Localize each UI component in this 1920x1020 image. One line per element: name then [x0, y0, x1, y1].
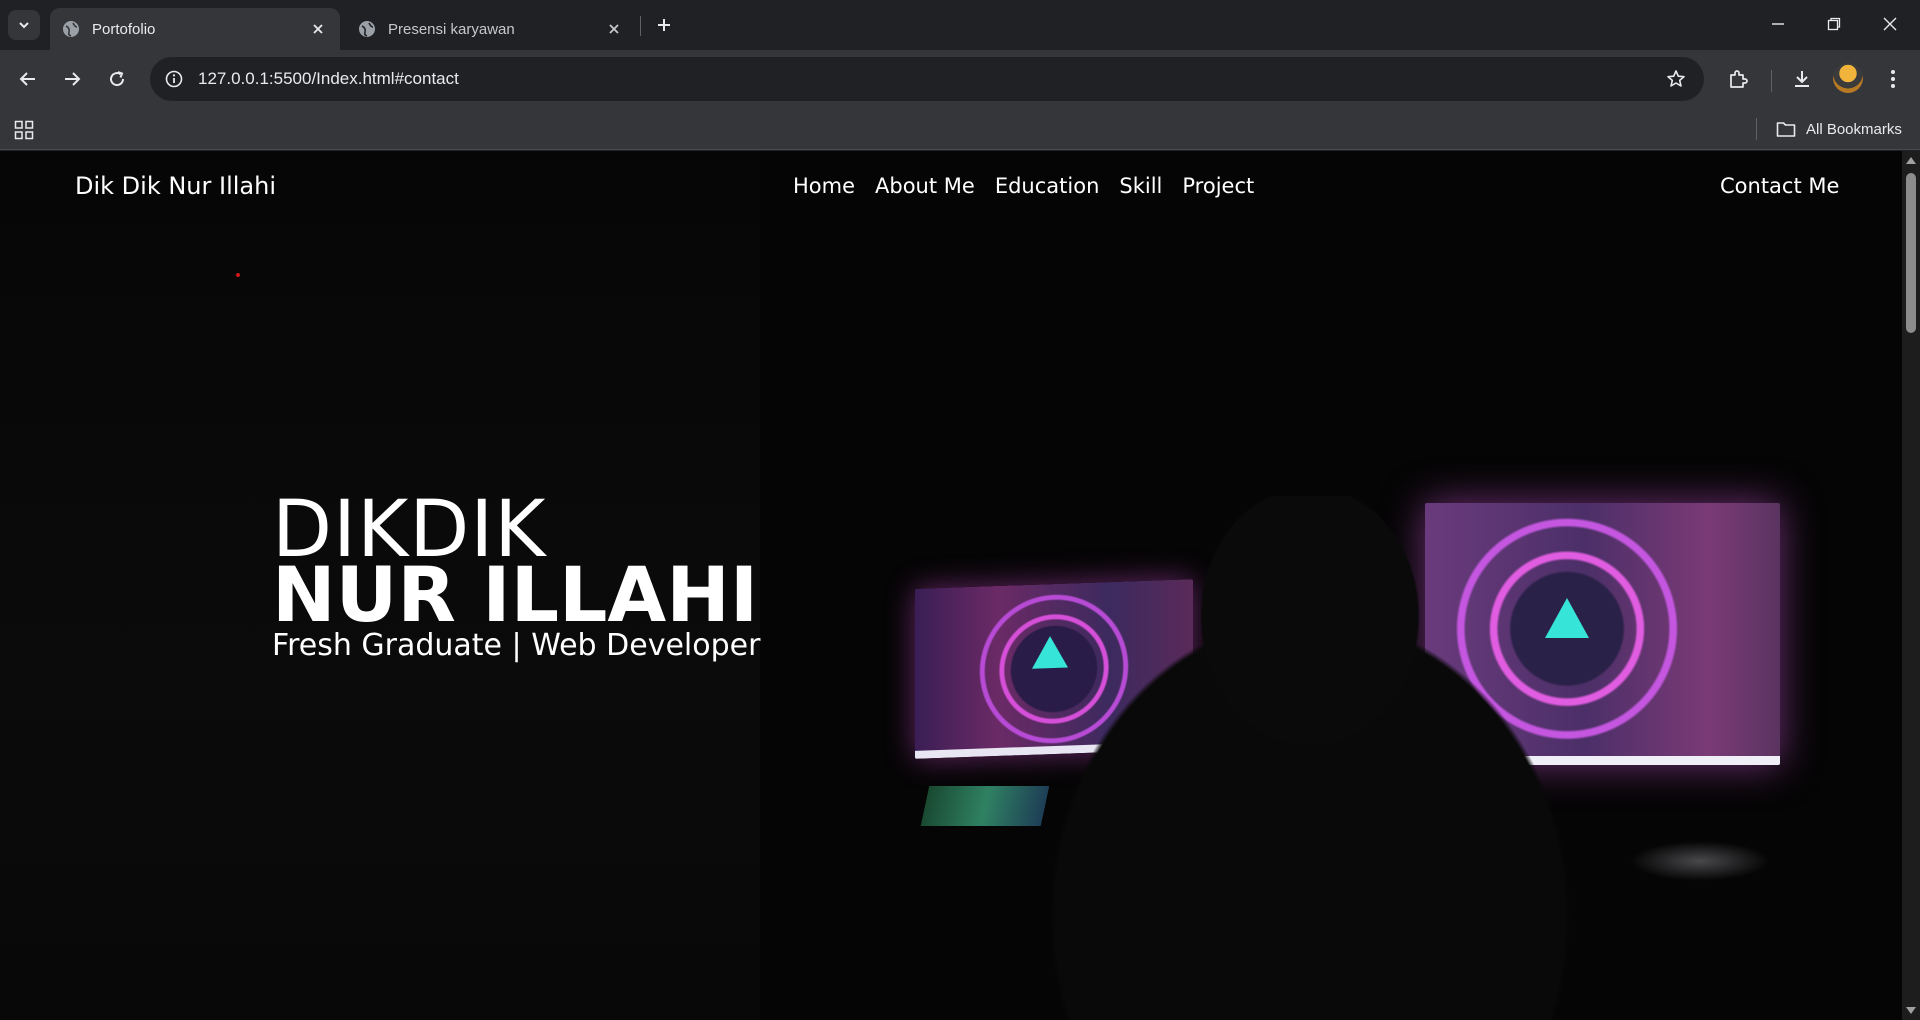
reload-icon: [110, 71, 125, 87]
close-icon: [1883, 17, 1897, 31]
nav-link-home[interactable]: Home: [793, 174, 855, 198]
scroll-down-arrow-icon[interactable]: [1906, 1007, 1916, 1014]
nav-link-education[interactable]: Education: [995, 174, 1100, 198]
back-button[interactable]: [12, 63, 44, 95]
forward-button[interactable]: [56, 63, 88, 95]
bookmark-star-icon[interactable]: [1658, 61, 1694, 97]
all-bookmarks-button[interactable]: All Bookmarks: [1776, 116, 1902, 142]
bookmarks-bar: All Bookmarks: [0, 108, 1920, 150]
bookmarks-divider: [1756, 118, 1757, 140]
site-brand[interactable]: Dik Dik Nur Illahi: [75, 172, 276, 200]
folder-icon: [1776, 122, 1796, 137]
tab-strip: Portofolio Presensi karyawan: [0, 0, 1920, 50]
nav-menu: Home About Me Education Skill Project: [793, 174, 1254, 198]
page-scrollbar[interactable]: [1902, 151, 1920, 1020]
nav-link-project[interactable]: Project: [1182, 174, 1254, 198]
globe-icon: [358, 20, 376, 38]
hero-role: Fresh Graduate | Web Developer: [272, 628, 761, 663]
person-silhouette-image: [1040, 496, 1580, 1020]
close-window-button[interactable]: [1862, 0, 1918, 48]
site-info-icon[interactable]: [156, 61, 192, 97]
browser-toolbar: 127.0.0.1:5500/Index.html#contact: [0, 50, 1920, 108]
red-dot-decoration: [236, 273, 240, 277]
downloads-button[interactable]: [1786, 63, 1818, 95]
download-icon: [1795, 71, 1809, 87]
nav-link-skill[interactable]: Skill: [1119, 174, 1162, 198]
minimize-button[interactable]: [1750, 0, 1806, 48]
extensions-button[interactable]: [1722, 63, 1754, 95]
tab-portofolio[interactable]: Portofolio: [50, 8, 340, 50]
apps-grid-icon[interactable]: [12, 118, 36, 142]
page-viewport: Dik Dik Nur Illahi Home About Me Educati…: [0, 151, 1902, 1020]
hero-last-name: NUR ILLAHI: [272, 550, 759, 639]
nav-link-about-me[interactable]: About Me: [875, 174, 975, 198]
arrow-left-icon: [19, 72, 35, 86]
hero-text: DIKDIK NUR ILLAHI Fresh Graduate | Web D…: [272, 491, 761, 664]
scroll-up-arrow-icon[interactable]: [1906, 157, 1916, 164]
address-bar[interactable]: 127.0.0.1:5500/Index.html#contact: [150, 57, 1704, 101]
desk-light-image: [1630, 841, 1770, 881]
profile-avatar[interactable]: [1833, 63, 1863, 93]
puzzle-icon: [1730, 70, 1748, 88]
tab-presensi[interactable]: Presensi karyawan: [346, 8, 636, 50]
nav-link-contact-me[interactable]: Contact Me: [1720, 174, 1839, 198]
laptop-screen-image: [920, 786, 1050, 826]
tab-title: Portofolio: [92, 20, 156, 38]
globe-icon: [62, 20, 80, 38]
kebab-menu-icon: [1891, 70, 1895, 88]
tab-title: Presensi karyawan: [388, 20, 515, 38]
site-navbar: Dik Dik Nur Illahi Home About Me Educati…: [0, 151, 1902, 223]
chevron-down-icon: [19, 22, 29, 29]
tab-search-button[interactable]: [8, 10, 40, 40]
scrollbar-thumb[interactable]: [1906, 173, 1916, 333]
new-tab-button[interactable]: [650, 11, 678, 39]
close-icon[interactable]: [308, 19, 328, 39]
toolbar-divider: [1771, 70, 1772, 92]
url-text[interactable]: 127.0.0.1:5500/Index.html#contact: [198, 69, 1658, 89]
arrow-right-icon: [65, 72, 81, 86]
menu-button[interactable]: [1877, 63, 1909, 95]
all-bookmarks-label: All Bookmarks: [1806, 120, 1902, 138]
reload-button[interactable]: [101, 63, 133, 95]
restore-icon: [1827, 17, 1841, 31]
restore-button[interactable]: [1806, 0, 1862, 48]
plus-icon: [658, 19, 670, 31]
close-icon[interactable]: [604, 19, 624, 39]
minimize-icon: [1772, 23, 1784, 25]
tab-divider: [640, 16, 641, 36]
